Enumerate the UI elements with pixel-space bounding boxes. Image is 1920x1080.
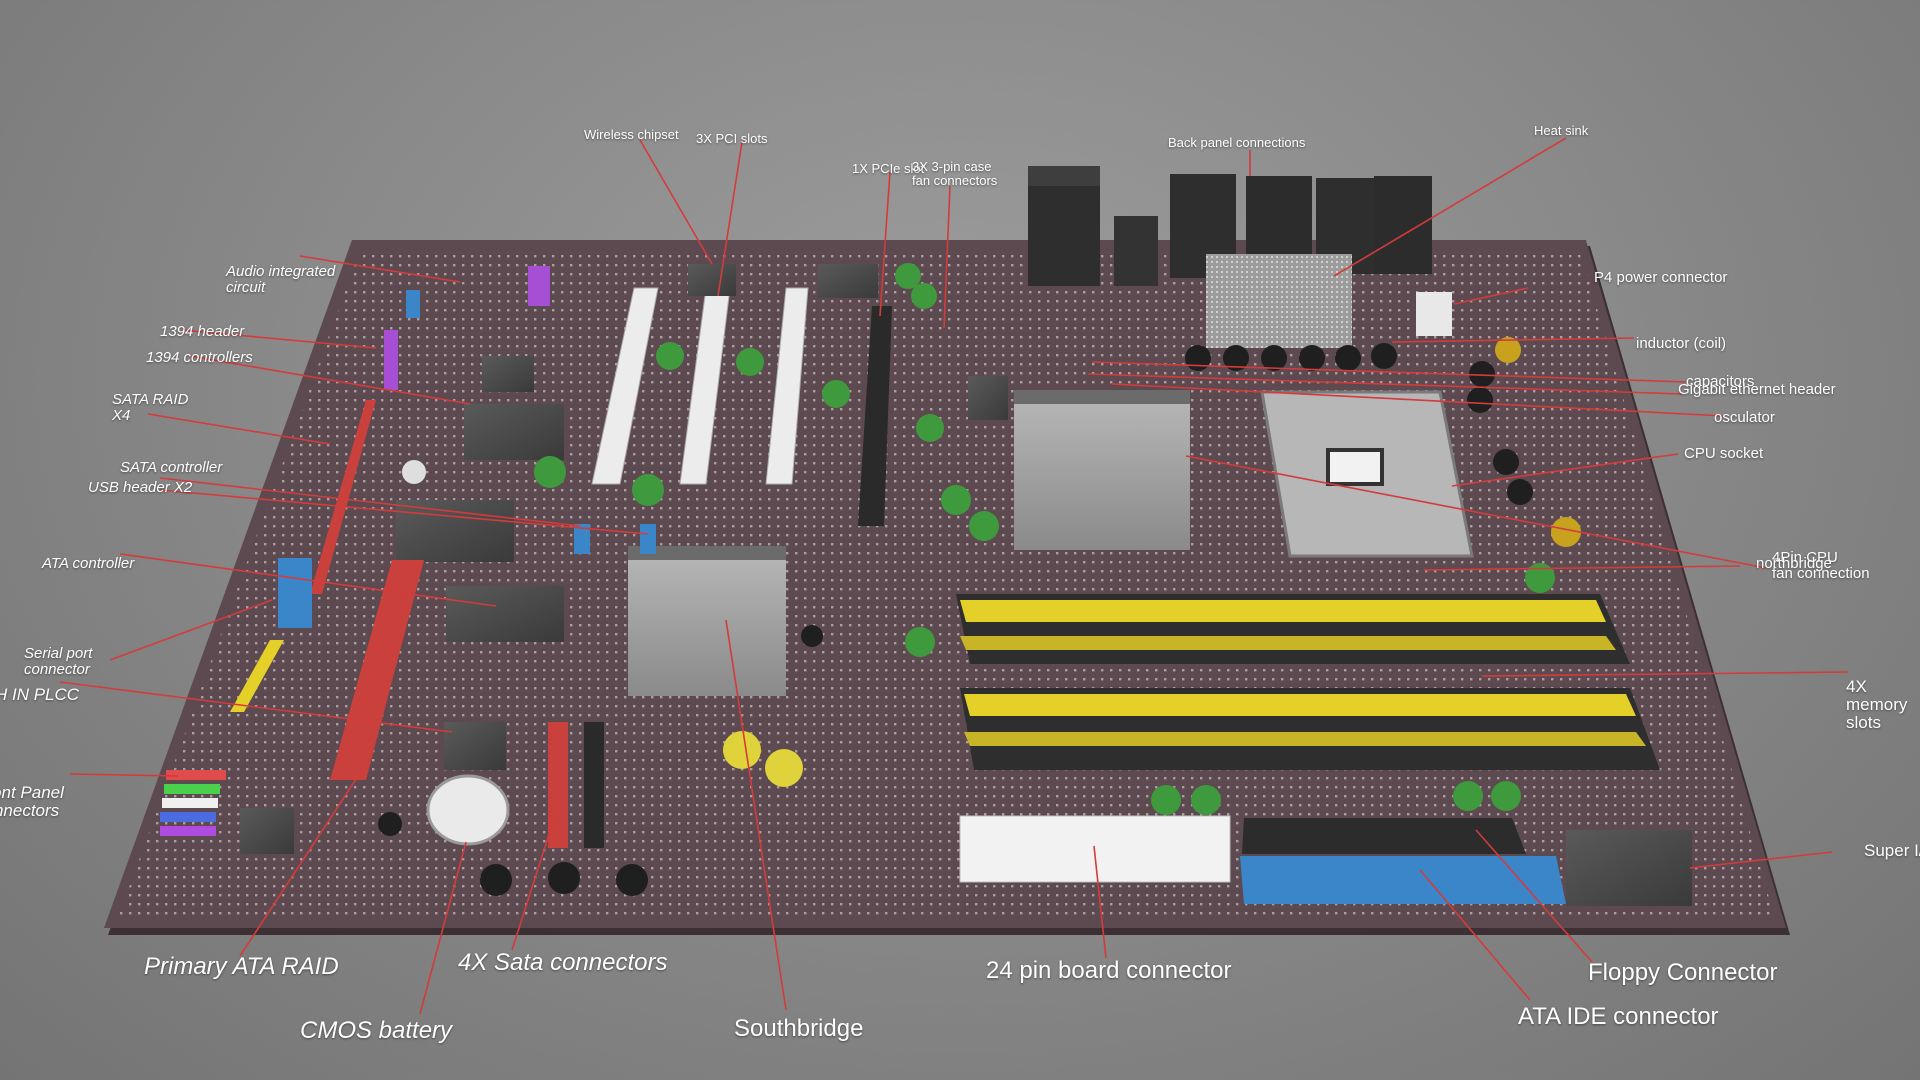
- label-1394-header: 1394 header: [160, 323, 245, 340]
- label-serial-port: Serial port connector: [24, 645, 93, 678]
- label-ata-controller: ATA controller: [42, 555, 135, 572]
- southbridge: [628, 546, 786, 696]
- label-1394-controllers: 1394 controllers: [146, 349, 253, 366]
- northbridge: [1014, 390, 1190, 550]
- cmos-battery: [426, 774, 510, 846]
- label-sata-connectors: 4X Sata connectors: [458, 949, 668, 976]
- label-audio-circuit: Audio integrated circuit: [226, 263, 336, 296]
- label-inductor: inductor (coil): [1636, 335, 1727, 352]
- label-usb-header: USB header X2: [88, 479, 193, 496]
- heat-sink: [1206, 254, 1352, 348]
- label-primary-ata-raid: Primary ATA RAID: [144, 953, 339, 980]
- label-sata-raid: SATA RAID X4: [112, 391, 189, 424]
- label-floppy: Floppy Connector: [1588, 959, 1778, 986]
- label-osculator: osculator: [1714, 409, 1775, 426]
- label-pci-slots: 3X PCI slots: [696, 131, 768, 146]
- p4-power-connector: [1416, 292, 1452, 336]
- label-fan-connectors: 3X 3-pin case fan connectors: [912, 159, 998, 188]
- label-heat-sink: Heat sink: [1534, 123, 1589, 138]
- label-ata-ide: ATA IDE connector: [1518, 1003, 1719, 1030]
- label-24-pin: 24 pin board connector: [986, 957, 1232, 984]
- label-front-panel: Front Panel connectors: [0, 783, 64, 820]
- label-wireless-chipset: Wireless chipset: [584, 127, 679, 142]
- cpu-socket: [1260, 390, 1474, 558]
- label-northbridge: northbridge: [1756, 555, 1832, 572]
- label-memory-slots: 4X memory slots: [1846, 677, 1908, 732]
- label-p4-power: P4 power connector: [1594, 269, 1728, 286]
- label-sata-controller: SATA controller: [120, 459, 223, 476]
- label-gigabit: Gigabit ethernet header: [1678, 381, 1836, 398]
- label-ich-plcc: ICH IN PLCC: [0, 685, 80, 704]
- label-cmos-battery: CMOS battery: [300, 1017, 453, 1044]
- label-back-panel: Back panel connections: [1168, 135, 1306, 150]
- label-super-io: Super I/O: [1864, 841, 1920, 860]
- label-cpu-socket: CPU socket: [1684, 445, 1764, 462]
- label-southbridge: Southbridge: [734, 1015, 864, 1042]
